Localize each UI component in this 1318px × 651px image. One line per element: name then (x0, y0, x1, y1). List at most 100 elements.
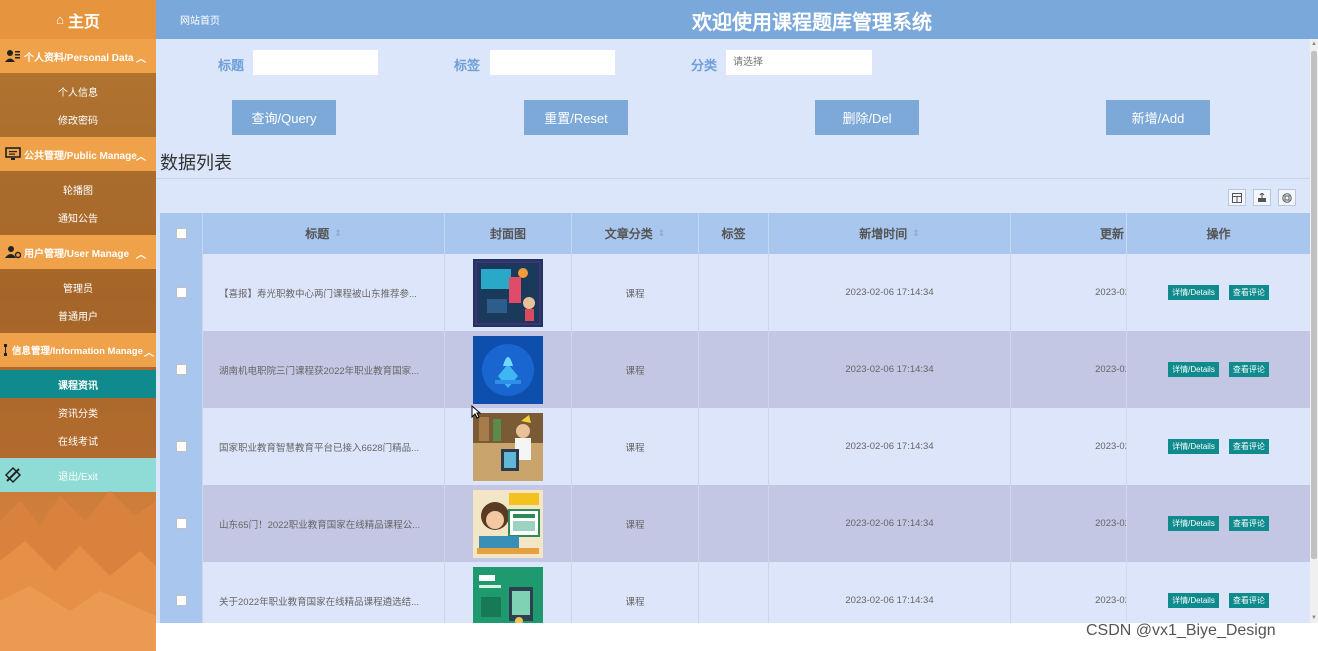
column-title-label: 标题 (305, 227, 330, 241)
row-updated: 2023-02 (1011, 254, 1131, 331)
select-all-checkbox[interactable] (175, 228, 187, 239)
row-ops: 详情/Details 查看评论 (1126, 562, 1310, 623)
sidebar-group-label: 公共管理/Public Manage (24, 150, 137, 162)
top-header: 网站首页 欢迎使用课程题库管理系统 (156, 0, 1318, 39)
view-comments-button[interactable]: 查看评论 (1228, 439, 1269, 454)
chevron-up-icon: ︿ (136, 152, 146, 163)
row-title: 山东65门！2022职业教育国家在线精品课程公... (203, 485, 445, 562)
view-comments-button[interactable]: 查看评论 (1228, 516, 1269, 531)
sidebar-item-notice[interactable]: 通知公告 (0, 203, 156, 231)
row-tag (699, 485, 769, 562)
cover-image (473, 335, 543, 404)
row-checkbox[interactable] (175, 441, 187, 452)
add-button[interactable]: 新增/Add (1106, 100, 1210, 135)
row-checkbox[interactable] (175, 287, 187, 298)
sidebar-group-personal[interactable]: 个人资料/Personal Data ︿ (0, 39, 156, 73)
monitor-icon (4, 145, 22, 163)
row-title: 关于2022年职业教育国家在线精品课程遴选结... (203, 562, 445, 623)
row-checkbox[interactable] (175, 595, 187, 606)
row-title: 国家职业教育智慧教育平台已接入6628门精品... (203, 408, 445, 485)
table-row: 湖南机电职院三门课程获2022年职业教育国家... 课程 2023-02-06 … (160, 331, 1310, 408)
row-updated: 2023-02 (1011, 408, 1131, 485)
row-checkbox[interactable] (175, 364, 187, 375)
row-cover-cell (445, 485, 572, 562)
sidebar-item-course-news[interactable]: 课程资讯 (0, 370, 156, 398)
row-title: 湖南机电职院三门课程获2022年职业教育国家... (203, 331, 445, 408)
sidebar-group-items: 轮播图 通知公告 (0, 171, 156, 235)
scroll-down-icon[interactable]: ▼ (1311, 615, 1317, 621)
row-select-cell (160, 331, 203, 408)
list-title: 数据列表 (160, 153, 232, 173)
cover-image (473, 489, 543, 558)
column-cover: 封面图 (445, 213, 572, 254)
sort-icon: ⇕ (657, 228, 666, 238)
sidebar-item-change-password[interactable]: 修改密码 (0, 105, 156, 133)
vertical-scrollbar[interactable]: ▲ ▼ (1310, 39, 1318, 623)
export-icon[interactable] (1253, 189, 1271, 206)
sort-icon: ⇕ (334, 228, 342, 238)
details-button[interactable]: 详情/Details (1168, 362, 1219, 377)
title-filter-input[interactable] (253, 50, 378, 75)
sidebar-home[interactable]: ⌂ 主页 (0, 0, 156, 39)
row-select-cell (160, 562, 203, 623)
column-title[interactable]: 标题 ⇕ (203, 213, 445, 254)
view-comments-button[interactable]: 查看评论 (1228, 593, 1269, 608)
delete-button[interactable]: 删除/Del (815, 100, 919, 135)
cover-image (473, 566, 543, 623)
row-ops: 详情/Details 查看评论 (1126, 254, 1310, 331)
sidebar-item-news-category[interactable]: 资讯分类 (0, 398, 156, 426)
details-button[interactable]: 详情/Details (1168, 593, 1219, 608)
row-category: 课程 (572, 562, 699, 623)
tag-filter-input[interactable] (490, 50, 615, 75)
row-cover-cell (445, 408, 572, 485)
cover-image (473, 258, 543, 327)
row-checkbox[interactable] (175, 518, 187, 529)
sidebar-group-public[interactable]: 公共管理/Public Manage ︿ (0, 137, 156, 171)
scrollbar-thumb[interactable] (1311, 51, 1317, 559)
details-button[interactable]: 详情/Details (1168, 516, 1219, 531)
sidebar-item-online-exam[interactable]: 在线考试 (0, 426, 156, 454)
scroll-up-icon[interactable]: ▲ (1311, 41, 1317, 47)
user-card-icon (4, 47, 22, 65)
column-category[interactable]: 文章分类 ⇕ (572, 213, 699, 254)
mouse-cursor-icon (471, 405, 481, 419)
print-icon[interactable] (1278, 189, 1296, 206)
main-content: 标题 标签 分类 查询/Query 重置/Reset 删除/Del 新增/Add… (156, 39, 1310, 623)
row-created: 2023-02-06 17:14:34 (769, 562, 1011, 623)
row-ops: 详情/Details 查看评论 (1126, 485, 1310, 562)
sidebar-group-users[interactable]: 用户管理/User Manage ︿ (0, 235, 156, 269)
sidebar-item-personal-info[interactable]: 个人信息 (0, 77, 156, 105)
details-button[interactable]: 详情/Details (1168, 439, 1219, 454)
app-window: ⌂ 主页 个人资料/Personal Data ︿ 个人信息 修改密码 公共管理… (0, 0, 1318, 651)
category-select[interactable] (726, 50, 872, 75)
category-filter-label: 分类 (691, 58, 718, 73)
row-updated: 2023-02 (1011, 331, 1131, 408)
sidebar-item-admins[interactable]: 管理员 (0, 273, 156, 301)
column-ops: 操作 (1126, 213, 1310, 254)
row-category: 课程 (572, 331, 699, 408)
columns-icon[interactable] (1228, 189, 1246, 206)
sidebar-item-carousel[interactable]: 轮播图 (0, 175, 156, 203)
row-tag (699, 331, 769, 408)
column-created[interactable]: 新增时间 ⇕ (769, 213, 1011, 254)
row-tag (699, 562, 769, 623)
column-updated[interactable]: 更新 (1011, 213, 1131, 254)
table-toolbar (1228, 189, 1296, 206)
row-category: 课程 (572, 408, 699, 485)
reset-button[interactable]: 重置/Reset (524, 100, 628, 135)
sidebar-item-users[interactable]: 普通用户 (0, 301, 156, 329)
query-button[interactable]: 查询/Query (232, 100, 336, 135)
table-row: 山东65门！2022职业教育国家在线精品课程公... 课程 2023-02-06… (160, 485, 1310, 562)
view-comments-button[interactable]: 查看评论 (1228, 285, 1269, 300)
details-button[interactable]: 详情/Details (1168, 285, 1219, 300)
column-tag: 标签 (699, 213, 769, 254)
table-row: 国家职业教育智慧教育平台已接入6628门精品... 课程 2023-02-06 … (160, 408, 1310, 485)
row-created: 2023-02-06 17:14:34 (769, 254, 1011, 331)
view-comments-button[interactable]: 查看评论 (1228, 362, 1269, 377)
sidebar-group-info[interactable]: 信息管理/Information Manage ︿ (0, 333, 156, 367)
cover-image (473, 412, 543, 481)
column-cover-label: 封面图 (489, 227, 526, 241)
divider (156, 178, 1310, 179)
table-row: 关于2022年职业教育国家在线精品课程遴选结... 课程 2023-02-06 … (160, 562, 1310, 623)
sort-icon: ⇕ (912, 228, 920, 238)
